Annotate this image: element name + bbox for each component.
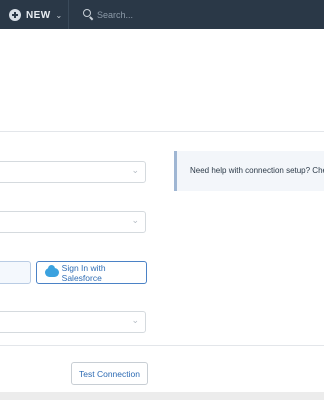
help-text: Need help with connection setup? Che [190,166,324,175]
test-connection-button[interactable]: Test Connection [71,362,148,385]
plus-circle-icon [9,9,21,21]
search-placeholder: Search... [97,9,134,20]
topbar-divider [68,0,69,29]
salesforce-cloud-icon [45,265,59,277]
section-divider-bottom [0,345,324,346]
select-field-2[interactable]: ⌄ [0,211,146,233]
salesforce-button-label: Sign In with Salesforce [61,262,106,283]
chevron-down-icon: ⌄ [131,165,139,175]
chevron-down-icon: ⌄ [55,10,63,20]
sign-in-salesforce-button[interactable]: Sign In with Salesforce [36,261,147,284]
search-box[interactable]: Search... [83,7,133,22]
chevron-down-icon: ⌄ [131,315,139,325]
new-button-label: NEW [26,9,51,21]
test-connection-label: Test Connection [79,368,140,379]
search-icon [83,9,94,21]
section-divider-top [0,131,324,132]
auth-input-field[interactable] [0,261,31,284]
help-callout: Need help with connection setup? Che [174,151,324,191]
page-bottom-edge [0,392,324,400]
top-navigation-bar: NEW ⌄ Search... [0,0,324,29]
chevron-down-icon: ⌄ [131,215,139,225]
new-button[interactable]: NEW ⌄ [9,8,62,22]
select-field-3[interactable]: ⌄ [0,311,146,333]
select-field-1[interactable]: ⌄ [0,161,146,183]
